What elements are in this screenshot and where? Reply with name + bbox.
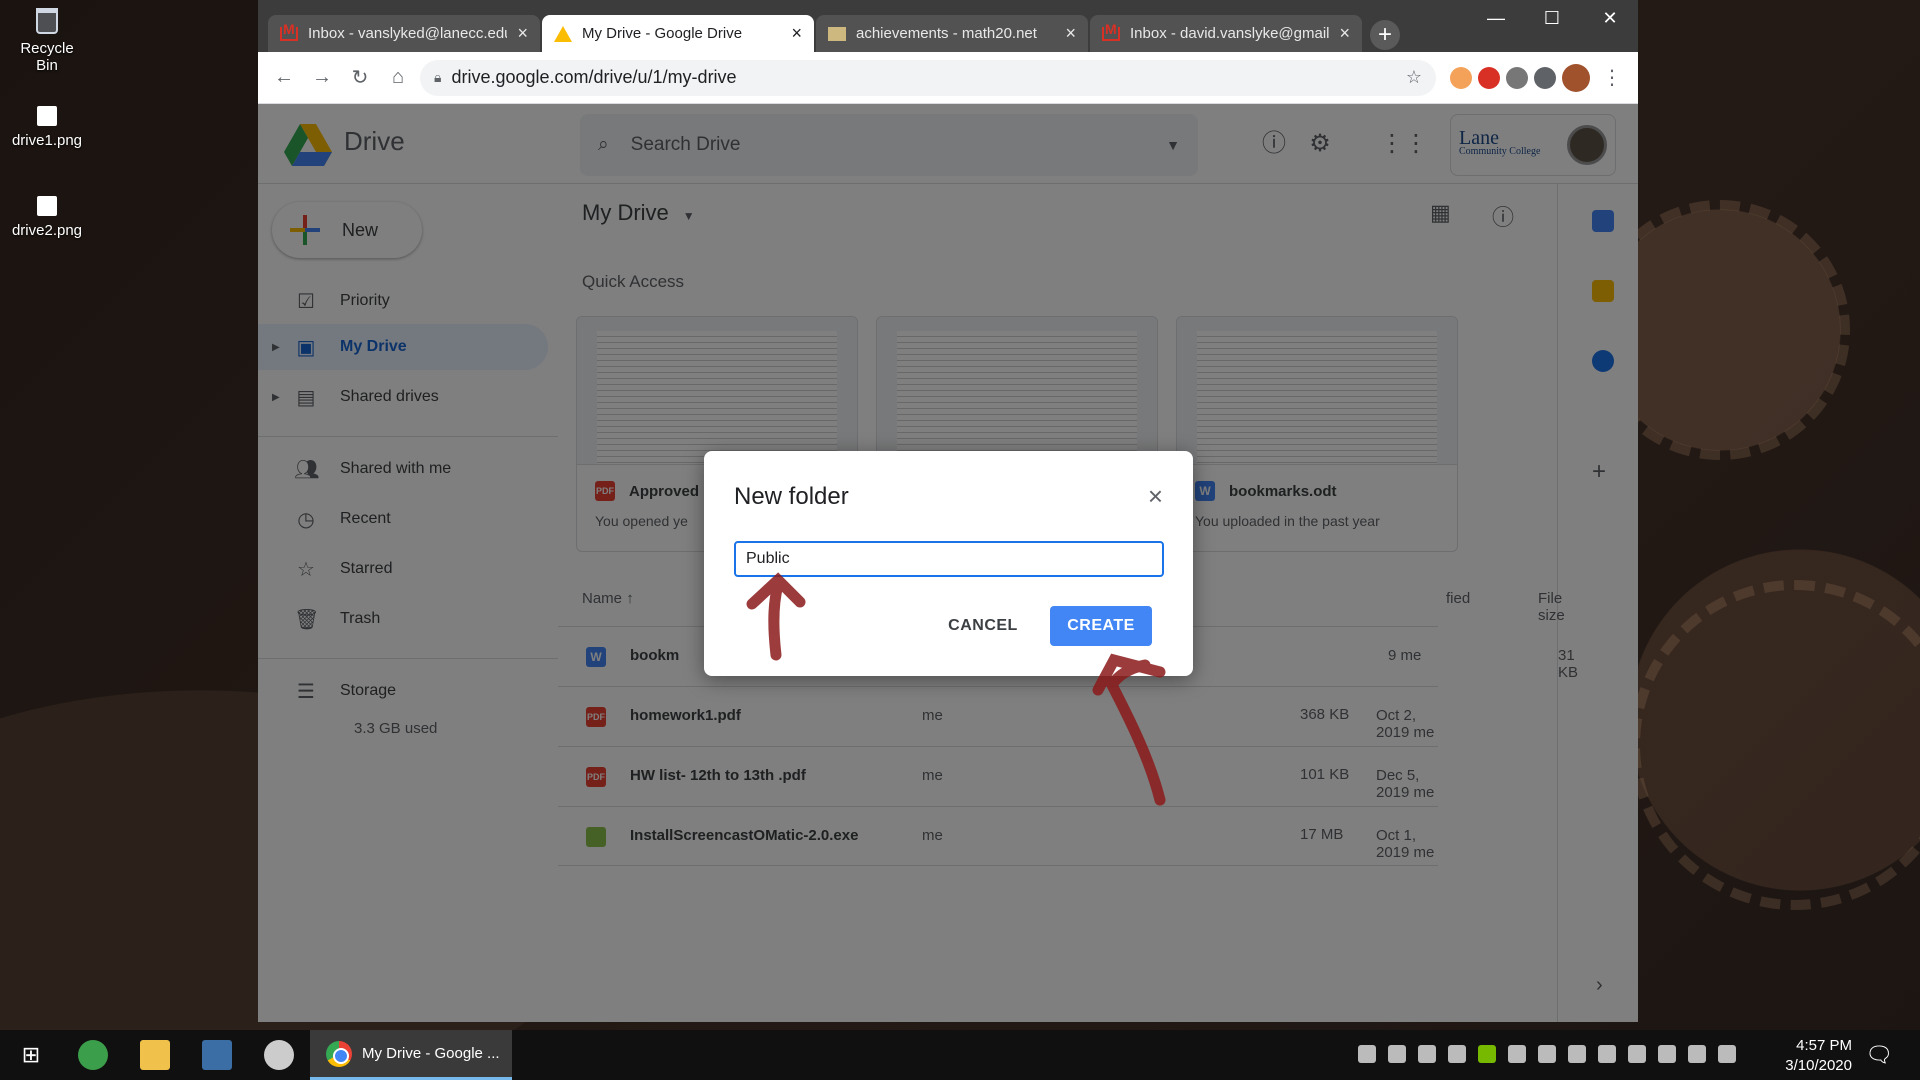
new-tab-button[interactable]: +: [1370, 20, 1400, 50]
tab-title: My Drive - Google Drive: [582, 25, 743, 42]
wifi-icon[interactable]: [1688, 1045, 1706, 1063]
home-button[interactable]: ⌂: [382, 62, 414, 94]
tray-icon[interactable]: [1418, 1045, 1436, 1063]
chrome-icon: [326, 1040, 352, 1067]
tab-inbox-gmail[interactable]: Inbox - david.vanslyke@gmail.com ×: [1090, 15, 1362, 52]
close-icon[interactable]: ×: [1339, 23, 1350, 44]
extension-icon[interactable]: [1506, 66, 1528, 89]
tray-icon[interactable]: [1388, 1045, 1406, 1063]
close-icon[interactable]: ×: [517, 23, 528, 44]
reload-button[interactable]: ↻: [344, 62, 376, 94]
tab-title: Inbox - vanslyked@lanecc.edu: [308, 25, 508, 42]
close-icon[interactable]: ×: [1148, 481, 1163, 512]
app-icon[interactable]: [78, 1040, 108, 1070]
new-folder-dialog: New folder × CANCEL CREATE: [704, 451, 1193, 676]
system-clock[interactable]: 4:57 PM 3/10/2020: [1762, 1036, 1852, 1076]
url-text: drive.google.com/drive/u/1/my-drive: [451, 67, 737, 87]
tray-icon[interactable]: [1538, 1045, 1556, 1063]
dialog-title: New folder: [734, 483, 849, 510]
desktop-icon-label: Recycle Bin: [20, 40, 74, 74]
create-button[interactable]: CREATE: [1050, 606, 1152, 646]
tab-title: achievements - math20.net: [856, 25, 1037, 42]
cancel-button[interactable]: CANCEL: [930, 606, 1036, 646]
profile-avatar[interactable]: [1562, 63, 1590, 92]
tab-achievements[interactable]: achievements - math20.net ×: [816, 15, 1088, 52]
minimize-button[interactable]: —: [1476, 8, 1516, 29]
bookmark-star-icon[interactable]: ☆: [1406, 67, 1422, 88]
forward-button[interactable]: →: [306, 62, 338, 94]
window-close-button[interactable]: ✕: [1590, 8, 1630, 29]
file-explorer-icon[interactable]: [140, 1040, 170, 1070]
desktop-icon-recycle-bin[interactable]: Recycle Bin: [8, 8, 86, 74]
taskbar-chrome-button[interactable]: My Drive - Google ...: [310, 1030, 512, 1080]
desktop-icon-label: drive2.png: [11, 222, 83, 239]
tray-icon[interactable]: [1568, 1045, 1586, 1063]
background-gear: [1630, 580, 1920, 910]
tab-inbox-lanecc[interactable]: Inbox - vanslyked@lanecc.edu ×: [268, 15, 540, 52]
tray-icon[interactable]: [1598, 1045, 1616, 1063]
recycle-bin-icon: [36, 8, 58, 34]
windows-start-icon[interactable]: ⊞: [16, 1040, 46, 1070]
tab-my-drive[interactable]: My Drive - Google Drive ×: [542, 15, 814, 52]
drive-icon: [554, 25, 572, 42]
tray-icon[interactable]: [1358, 1045, 1376, 1063]
extension-icon[interactable]: [1534, 66, 1556, 89]
taskbar: ⊞ My Drive - Google ... 4:57 PM 3/10/202…: [0, 1030, 1920, 1080]
app-icon[interactable]: [264, 1040, 294, 1070]
gmail-icon: [1102, 21, 1120, 41]
desktop-icon-label: drive1.png: [11, 132, 83, 149]
site-icon: [828, 26, 846, 41]
battery-icon[interactable]: [1658, 1045, 1676, 1063]
clock-date: 3/10/2020: [1785, 1057, 1852, 1074]
image-file-icon: [37, 106, 57, 126]
address-bar[interactable]: 🔒︎ drive.google.com/drive/u/1/my-drive ☆: [420, 59, 1436, 96]
desktop-icon-drive2[interactable]: drive2.png: [8, 196, 86, 239]
browser-toolbar: ← → ↻ ⌂ 🔒︎ drive.google.com/drive/u/1/my…: [258, 52, 1638, 104]
tab-strip: Inbox - vanslyked@lanecc.edu × My Drive …: [258, 0, 1638, 52]
close-icon[interactable]: ×: [1065, 23, 1076, 44]
desktop-icon-drive1[interactable]: drive1.png: [8, 106, 86, 149]
taskbar-app-label: My Drive - Google ...: [362, 1045, 500, 1062]
app-icon[interactable]: [202, 1040, 232, 1070]
notifications-icon[interactable]: 🗨︎: [1864, 1040, 1894, 1070]
nvidia-icon[interactable]: [1478, 1045, 1496, 1063]
volume-icon[interactable]: [1718, 1045, 1736, 1063]
gmail-icon: [280, 21, 298, 41]
clock-time: 4:57 PM: [1796, 1037, 1852, 1054]
tab-title: Inbox - david.vanslyke@gmail.com: [1130, 25, 1330, 42]
adblock-icon[interactable]: [1478, 66, 1500, 89]
tray-icon[interactable]: [1448, 1045, 1466, 1063]
tray-icon[interactable]: [1628, 1045, 1646, 1063]
lock-icon: 🔒︎: [434, 69, 442, 85]
image-file-icon: [37, 196, 57, 216]
tray-icon[interactable]: [1508, 1045, 1526, 1063]
close-icon[interactable]: ×: [791, 23, 802, 44]
extension-icon[interactable]: [1450, 66, 1472, 89]
browser-menu-icon[interactable]: ⋮: [1596, 62, 1628, 94]
maximize-button[interactable]: ☐: [1532, 8, 1572, 29]
back-button[interactable]: ←: [268, 62, 300, 94]
folder-name-input[interactable]: [734, 541, 1164, 577]
